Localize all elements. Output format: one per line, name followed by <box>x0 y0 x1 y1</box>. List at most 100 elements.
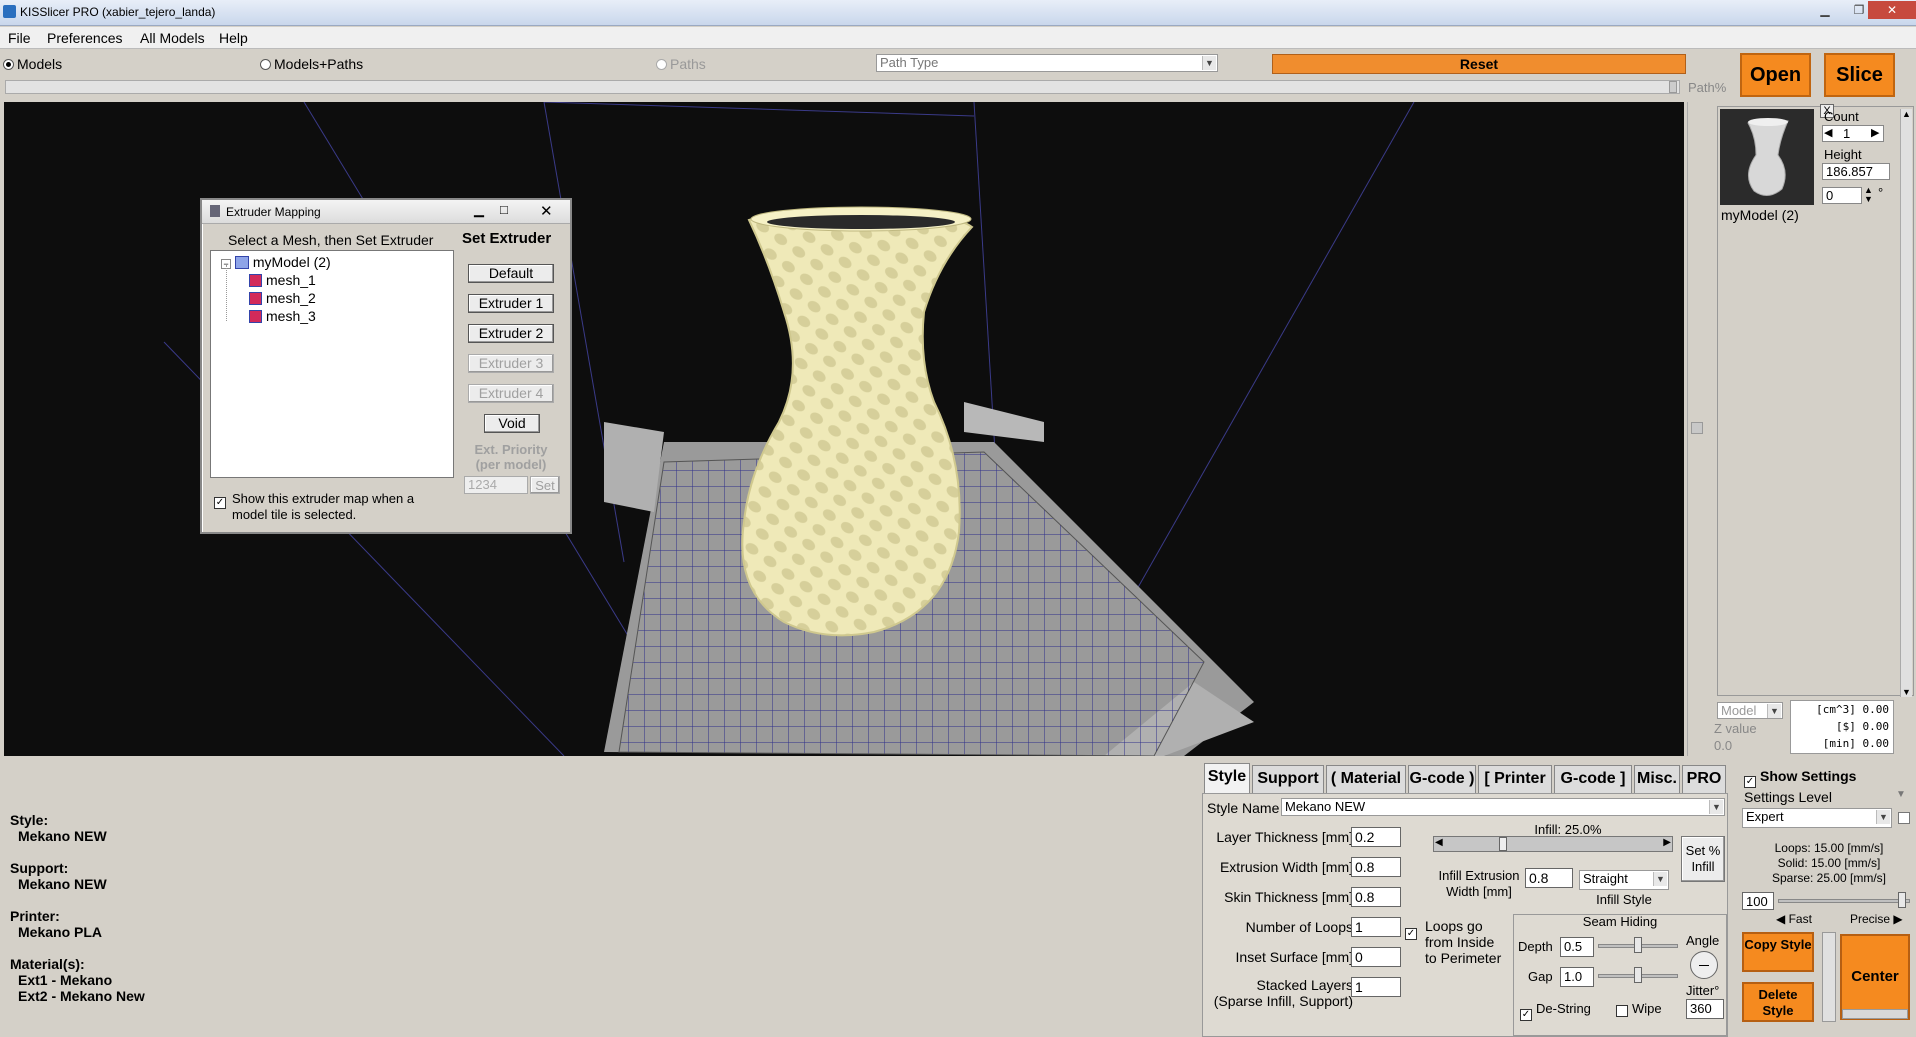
inset-surface-input[interactable]: 0 <box>1351 947 1401 967</box>
infill-style-select[interactable]: Straight ▼ <box>1579 870 1669 890</box>
open-button[interactable]: Open <box>1740 53 1811 97</box>
menu-help[interactable]: Help <box>219 30 248 46</box>
loops-input[interactable]: 1 <box>1351 917 1401 937</box>
infill-width-input[interactable]: 0.8 <box>1525 868 1573 888</box>
tab-gcode-printer[interactable]: G-code ] <box>1554 765 1632 793</box>
checkbox-checked-icon[interactable]: ✓ <box>1744 776 1756 788</box>
loops-order-checkbox[interactable]: ✓ <box>1405 922 1417 940</box>
copy-style-button[interactable]: Copy Style <box>1742 932 1814 972</box>
radio-paths[interactable]: Paths <box>656 56 706 72</box>
infill-left-icon[interactable]: ◀ <box>1435 837 1443 848</box>
show-settings-checkbox[interactable]: ✓ <box>1744 770 1756 788</box>
destring-checkbox[interactable]: ✓ <box>1520 1003 1532 1021</box>
priority-input[interactable]: 1234 <box>464 476 528 494</box>
rotation-field[interactable]: 0 <box>1822 187 1862 204</box>
menu-file[interactable]: File <box>8 30 31 46</box>
cost-stat: [$] 0.00 <box>1836 720 1889 733</box>
tree-mesh-2[interactable]: mesh_2 <box>249 289 316 307</box>
tab-material[interactable]: ( Material <box>1326 765 1406 793</box>
extrusion-width-input[interactable]: 0.8 <box>1351 857 1401 877</box>
vase-model[interactable] <box>741 208 974 637</box>
radio-models[interactable]: Models <box>3 56 62 72</box>
chevron-down-icon: ▼ <box>1709 800 1723 814</box>
tab-support[interactable]: Support <box>1252 765 1324 793</box>
dialog-minimize-icon[interactable]: ▁ <box>474 202 484 218</box>
style-name-select[interactable]: Mekano NEW ▼ <box>1281 798 1725 816</box>
infill-slider[interactable]: ◀ ▶ <box>1433 836 1673 852</box>
scroll-down-icon[interactable]: ▼ <box>1902 687 1911 697</box>
model-mode-select[interactable]: Model ▼ <box>1717 702 1783 719</box>
scroll-up-icon[interactable]: ▲ <box>1902 109 1911 119</box>
tree-root[interactable]: − myModel (2) <box>221 253 331 271</box>
menu-all-models[interactable]: All Models <box>140 30 205 46</box>
mesh-tree[interactable]: − myModel (2) mesh_1 mesh_2 mesh_3 <box>210 250 454 478</box>
speed-slider-thumb[interactable] <box>1898 892 1906 908</box>
tree-mesh-3[interactable]: mesh_3 <box>249 307 316 325</box>
layer-thickness-input[interactable]: 0.2 <box>1351 827 1401 847</box>
checkbox-empty-icon[interactable] <box>1616 1005 1628 1017</box>
rotation-spin-icon[interactable]: ▲ ▼ <box>1864 186 1873 204</box>
depth-slider-thumb[interactable] <box>1634 937 1642 953</box>
tab-pro[interactable]: PRO <box>1682 765 1726 793</box>
checkbox-checked-icon[interactable]: ✓ <box>214 497 226 509</box>
stacked-layers-input[interactable]: 1 <box>1351 977 1401 997</box>
radio-models-paths[interactable]: Models+Paths <box>260 56 363 72</box>
delete-style-button[interactable]: Delete Style <box>1742 982 1814 1022</box>
tab-gcode-material[interactable]: G-code ) <box>1408 765 1476 793</box>
info-style-value: Mekano NEW <box>18 828 107 844</box>
dialog-close-icon[interactable]: ✕ <box>540 202 553 220</box>
settings-level-checkbox[interactable] <box>1898 812 1910 824</box>
default-button[interactable]: Default <box>468 264 554 283</box>
settings-level-select[interactable]: Expert ▼ <box>1742 808 1892 828</box>
gap-input[interactable]: 1.0 <box>1560 967 1594 987</box>
dialog-maximize-icon[interactable]: □ <box>500 202 508 217</box>
minimize-icon[interactable]: ▁ <box>1808 1 1842 19</box>
viewport-slider-thumb[interactable] <box>1691 422 1703 434</box>
infill-slider-thumb[interactable] <box>1498 837 1507 851</box>
center-button[interactable]: Center <box>1840 934 1910 1020</box>
count-increment-icon[interactable]: ▶ <box>1871 126 1879 139</box>
skin-thickness-input[interactable]: 0.8 <box>1351 887 1401 907</box>
speed-slider[interactable] <box>1778 899 1910 903</box>
slice-button[interactable]: Slice <box>1824 53 1895 97</box>
center-slider[interactable] <box>1842 1009 1908 1019</box>
volume-edge <box>543 102 975 117</box>
tab-printer[interactable]: [ Printer <box>1478 765 1552 793</box>
path-slider[interactable] <box>5 80 1680 94</box>
count-stepper[interactable]: ◀ 1 ▶ <box>1822 125 1884 142</box>
tab-misc[interactable]: Misc. <box>1634 765 1680 793</box>
reset-button[interactable]: Reset <box>1272 54 1686 74</box>
priority-set-button[interactable]: Set <box>530 476 560 494</box>
set-pct-infill-button[interactable]: Set % Infill <box>1681 836 1725 882</box>
viewport-vertical-slider[interactable] <box>1687 102 1705 756</box>
wipe-checkbox[interactable] <box>1616 1003 1628 1019</box>
menu-preferences[interactable]: Preferences <box>47 30 122 46</box>
count-decrement-icon[interactable]: ◀ <box>1824 126 1832 139</box>
show-map-checkbox[interactable]: ✓ Show this extruder map when a model ti… <box>214 491 414 522</box>
tiles-scrollbar[interactable]: ▲ ▼ <box>1900 109 1912 697</box>
checkbox-checked-icon[interactable]: ✓ <box>1405 928 1417 940</box>
collapse-settings-icon[interactable]: ▼ <box>1896 789 1906 800</box>
path-type-select[interactable]: Path Type ▼ <box>876 54 1218 72</box>
path-slider-thumb[interactable] <box>1669 81 1677 93</box>
dialog-title-bar[interactable]: Extruder Mapping ▁ □ ✕ <box>202 200 570 224</box>
speed-value-input[interactable]: 100 <box>1742 892 1774 910</box>
height-field[interactable]: 186.857 <box>1822 163 1890 180</box>
angle-dial[interactable] <box>1690 951 1718 979</box>
tree-line <box>226 265 227 321</box>
void-button[interactable]: Void <box>484 414 540 433</box>
extruder-1-button[interactable]: Extruder 1 <box>468 294 554 313</box>
tab-style[interactable]: Style <box>1204 763 1250 793</box>
depth-input[interactable]: 0.5 <box>1560 937 1594 957</box>
extruder-2-button[interactable]: Extruder 2 <box>468 324 554 343</box>
style-scroll[interactable] <box>1822 932 1836 1022</box>
gap-slider-thumb[interactable] <box>1634 967 1642 983</box>
tree-mesh-1[interactable]: mesh_1 <box>249 271 316 289</box>
jitter-input[interactable]: 360 <box>1686 999 1724 1019</box>
extruder-4-button[interactable]: Extruder 4 <box>468 384 554 403</box>
checkbox-checked-icon[interactable]: ✓ <box>1520 1009 1532 1021</box>
infill-right-icon[interactable]: ▶ <box>1663 837 1671 848</box>
close-window-icon[interactable]: ✕ <box>1868 1 1916 19</box>
model-thumbnail[interactable] <box>1720 109 1814 205</box>
extruder-3-button[interactable]: Extruder 3 <box>468 354 554 373</box>
